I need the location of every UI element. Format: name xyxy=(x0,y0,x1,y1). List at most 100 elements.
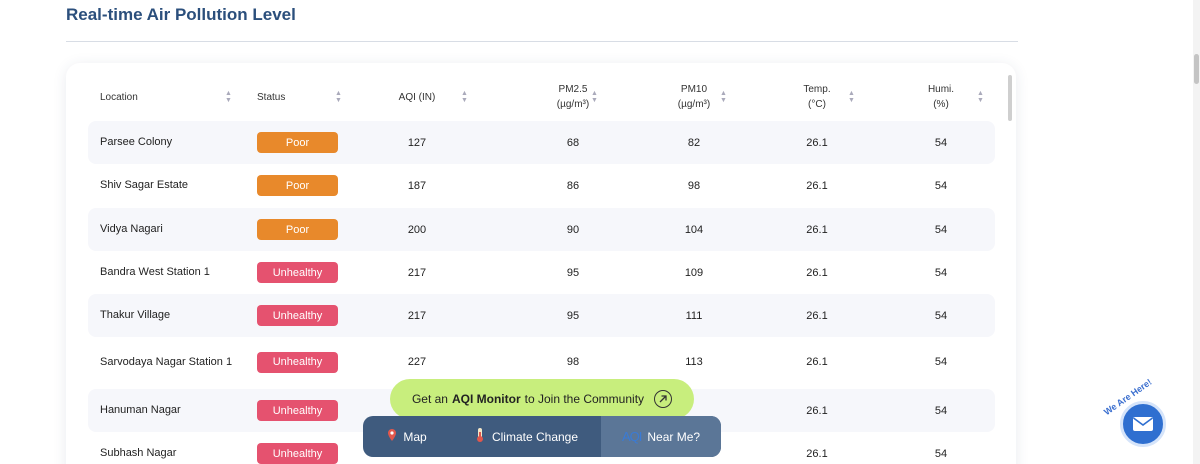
sort-arrows-icon[interactable]: ▲ ▼ xyxy=(848,90,855,104)
thermometer-icon xyxy=(474,427,486,446)
column-header-label: Humi. xyxy=(927,84,955,95)
humi-cell: 54 xyxy=(934,309,948,322)
temp-cell: 26.1 xyxy=(806,404,828,417)
aqi-logo-icon: AQI xyxy=(621,429,642,444)
arrow-up-right-icon[interactable] xyxy=(654,390,673,408)
mail-icon[interactable] xyxy=(1120,401,1166,447)
bottom-nav: Map Climate Change AQI Near Me? xyxy=(363,416,721,457)
status-cell: Unhealthy xyxy=(257,337,339,387)
temp-cell: 26.1 xyxy=(806,309,828,322)
sort-arrows-icon[interactable]: ▲ ▼ xyxy=(591,90,598,104)
column-header-label: PM10 xyxy=(680,84,708,95)
status-cell: Unhealthy xyxy=(257,432,339,464)
aqi-cell: 217 xyxy=(407,266,427,279)
page-scrollbar-thumb[interactable] xyxy=(1194,54,1199,84)
location-cell: Thakur Village xyxy=(100,309,171,321)
aqi-cell: 200 xyxy=(407,223,427,236)
nav-near-me[interactable]: AQI Near Me? xyxy=(601,416,721,457)
page-scrollbar[interactable] xyxy=(1193,0,1200,464)
nav-map-label: Map xyxy=(403,429,427,444)
location-cell: Shiv Sagar Estate xyxy=(100,179,189,191)
page-title: Real-time Air Pollution Level xyxy=(66,5,296,24)
status-badge: Unhealthy xyxy=(257,262,338,283)
status-cell: Poor xyxy=(257,208,339,251)
column-header-label: Status xyxy=(257,91,286,103)
humi-cell: 54 xyxy=(934,136,948,149)
status-cell: Poor xyxy=(257,164,339,207)
status-cell: Unhealthy xyxy=(257,251,339,294)
location-cell: Hanuman Nagar xyxy=(100,404,181,416)
sort-arrows-icon[interactable]: ▲ ▼ xyxy=(720,90,727,104)
pm10-cell: 98 xyxy=(687,179,701,192)
location-cell: Vidya Nagari xyxy=(100,223,163,235)
nav-climate-change[interactable]: Climate Change xyxy=(451,416,601,457)
location-cell: Parsee Colony xyxy=(100,136,173,148)
cta-suffix: to Join the Community xyxy=(524,392,645,406)
column-header-5[interactable]: Temp. (°C) xyxy=(752,75,882,119)
nav-map[interactable]: Map xyxy=(363,416,451,457)
humi-cell: 54 xyxy=(934,266,948,279)
map-pin-icon xyxy=(387,428,397,445)
nav-near-me-label: Near Me? xyxy=(647,429,701,444)
pm25-cell: 95 xyxy=(566,266,580,279)
location-cell: Subhash Nagar xyxy=(100,447,177,459)
help-badge[interactable]: We Are Here! xyxy=(1102,377,1172,449)
table-scrollbar[interactable] xyxy=(1008,75,1012,121)
title-rule xyxy=(66,41,1018,42)
status-cell: Unhealthy xyxy=(257,294,339,337)
sort-arrows-icon[interactable]: ▲ ▼ xyxy=(335,90,342,104)
temp-cell: 26.1 xyxy=(806,447,828,460)
location-cell: Bandra West Station 1 xyxy=(100,266,210,278)
status-badge: Unhealthy xyxy=(257,443,338,464)
column-header-3[interactable]: PM2.5 (µg/m³) xyxy=(508,75,638,119)
cta-banner[interactable]: Get an AQI Monitor to Join the Community xyxy=(390,379,694,419)
humi-cell: 54 xyxy=(934,356,948,368)
humi-cell: 54 xyxy=(934,179,948,192)
table-header: Location ▲ ▼ Status ▲ ▼ AQI (IN) ▲ ▼ PM2.5 (µg/m³)… xyxy=(88,75,995,119)
aqi-cell: 187 xyxy=(407,179,427,192)
column-header-unit: (°C) xyxy=(808,99,826,110)
temp-cell: 26.1 xyxy=(806,136,828,149)
sort-arrows-icon[interactable]: ▲ ▼ xyxy=(225,90,232,104)
humi-cell: 54 xyxy=(934,404,948,417)
aqi-cell: 127 xyxy=(407,136,427,149)
column-header-6[interactable]: Humi. (%) xyxy=(896,75,986,119)
pm10-cell: 82 xyxy=(687,136,701,149)
pm25-cell: 90 xyxy=(566,223,580,236)
status-badge: Poor xyxy=(257,219,338,240)
cta-bold: AQI Monitor xyxy=(451,392,521,406)
aqi-cell: 217 xyxy=(407,309,427,322)
humi-cell: 54 xyxy=(934,447,948,460)
temp-cell: 26.1 xyxy=(806,266,828,279)
table-row[interactable]: Parsee Colony Poor 127 68 82 26.1 54 xyxy=(88,121,995,164)
column-header-label: Temp. xyxy=(803,84,831,95)
pm10-cell: 111 xyxy=(685,309,703,322)
column-header-0[interactable]: Location xyxy=(100,75,230,119)
pm10-cell: 104 xyxy=(684,223,704,236)
nav-climate-label: Climate Change xyxy=(491,429,579,444)
column-header-2[interactable]: AQI (IN) xyxy=(367,75,467,119)
status-badge: Poor xyxy=(257,132,338,153)
column-header-4[interactable]: PM10 (µg/m³) xyxy=(629,75,759,119)
table-row[interactable]: Vidya Nagari Poor 200 90 104 26.1 54 xyxy=(88,208,995,251)
status-badge: Unhealthy xyxy=(257,400,338,421)
table-row[interactable]: Bandra West Station 1 Unhealthy 217 95 109 26… xyxy=(88,251,995,294)
column-header-label: PM2.5 xyxy=(558,84,588,95)
column-header-unit: (µg/m³) xyxy=(556,99,590,110)
column-header-label: AQI (IN) xyxy=(398,91,436,103)
table-row[interactable]: Shiv Sagar Estate Poor 187 86 98 26.1 54 xyxy=(88,164,995,207)
pm10-cell: 109 xyxy=(684,266,704,279)
table-row[interactable]: Thakur Village Unhealthy 217 95 111 26.1 54 xyxy=(88,294,995,337)
temp-cell: 26.1 xyxy=(806,356,828,368)
sort-arrows-icon[interactable]: ▲ ▼ xyxy=(977,90,984,104)
column-header-1[interactable]: Status xyxy=(257,75,337,119)
sort-arrows-icon[interactable]: ▲ ▼ xyxy=(461,90,468,104)
temp-cell: 26.1 xyxy=(806,223,828,236)
location-cell: Sarvodaya Nagar Station 1 xyxy=(100,355,233,368)
humi-cell: 54 xyxy=(934,223,948,236)
status-badge: Unhealthy xyxy=(257,351,338,373)
pm25-cell: 95 xyxy=(566,309,580,322)
status-cell: Poor xyxy=(257,121,339,164)
pm25-cell: 86 xyxy=(566,179,580,192)
status-badge: Poor xyxy=(257,175,338,196)
